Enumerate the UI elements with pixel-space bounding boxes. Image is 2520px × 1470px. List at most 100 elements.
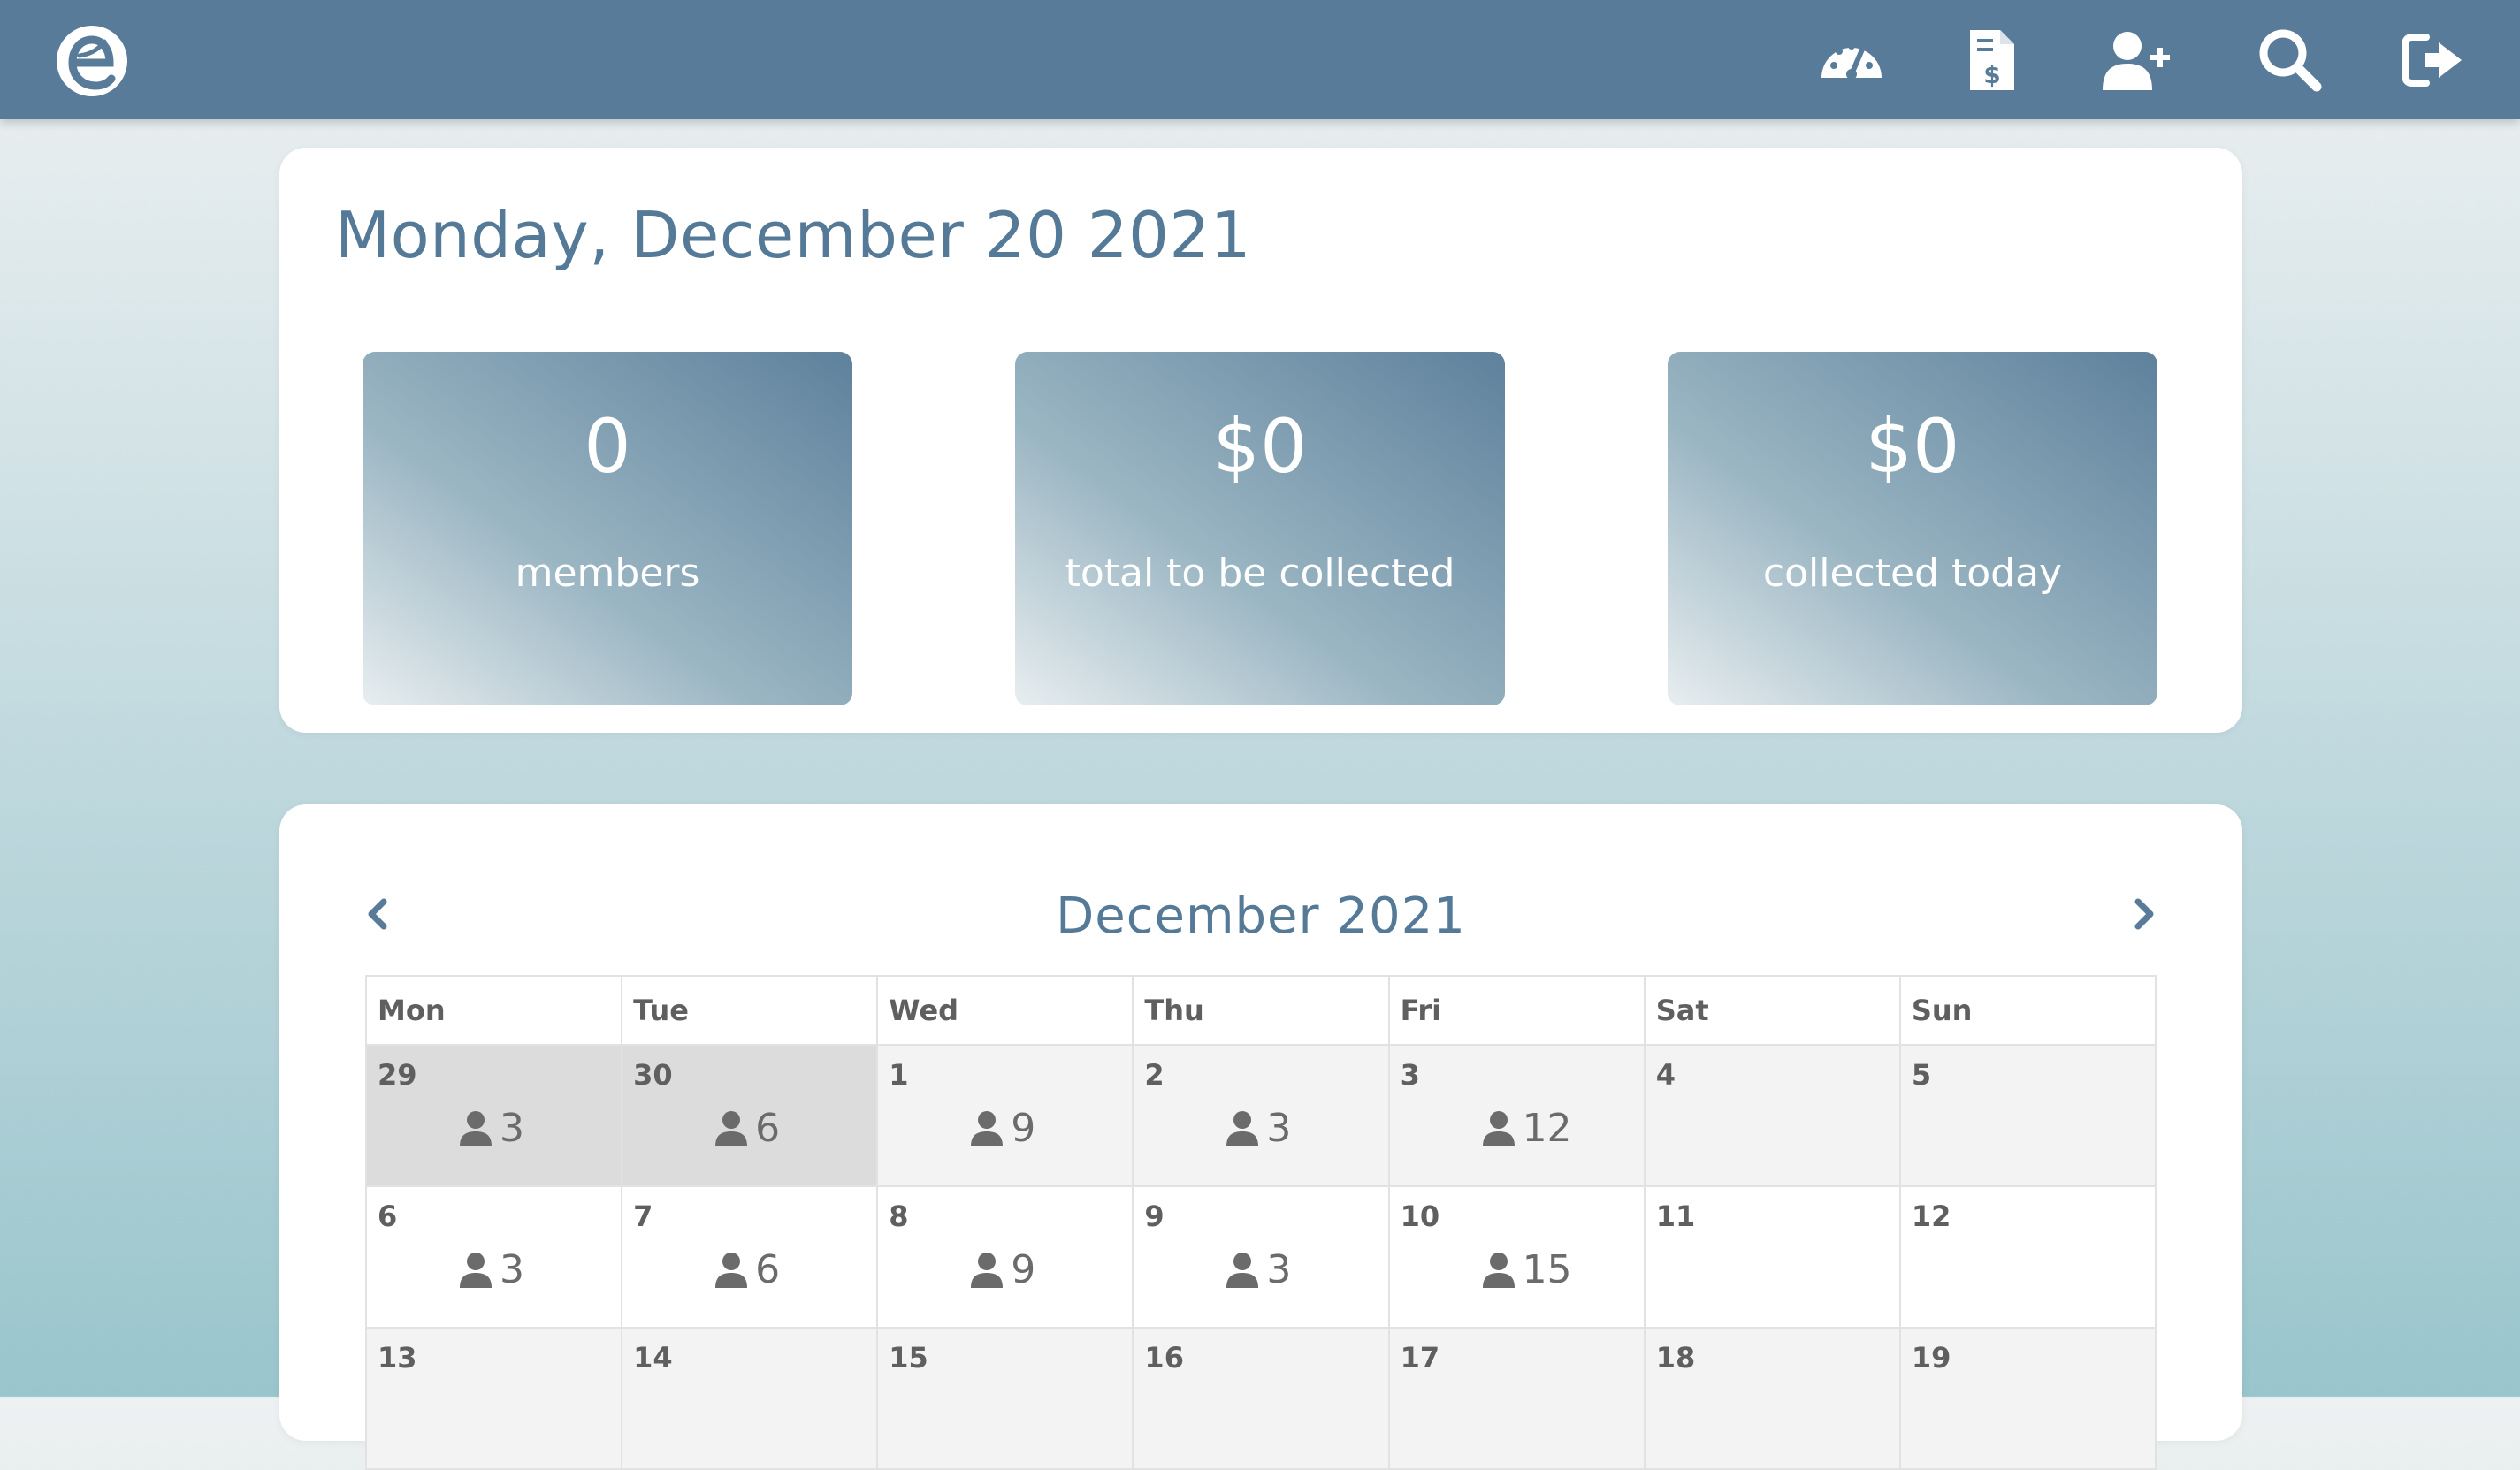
user-icon [971, 1111, 1004, 1146]
calendar-week-row: 6 3 7 6 8 9 9 3 10 15 11 12 [364, 1185, 2157, 1329]
calendar-day-cell[interactable]: 10 15 [1387, 1185, 1646, 1329]
dashboard-gauge-icon[interactable] [1816, 25, 1887, 95]
top-navbar: $ [0, 0, 2520, 119]
search-icon[interactable] [2255, 25, 2325, 95]
collected-today-label: collected today [1762, 551, 2063, 596]
daily-summary-card: Monday, December 20 2021 0 members $0 to… [279, 148, 2242, 733]
user-icon [715, 1253, 748, 1288]
calendar-day-cell[interactable]: 29 3 [364, 1044, 623, 1187]
user-icon [971, 1253, 1004, 1288]
member-count-badge: 12 [1478, 1105, 1572, 1151]
calendar-day-cell[interactable]: 16 [1132, 1327, 1390, 1470]
day-number: 17 [1400, 1341, 1440, 1375]
user-icon [1226, 1111, 1259, 1146]
weekday-header: Wed [876, 975, 1134, 1046]
member-count: 3 [500, 1105, 524, 1151]
member-count: 9 [1011, 1246, 1036, 1292]
members-stat-card: 0 members [363, 352, 852, 705]
calendar-day-cell[interactable]: 3 12 [1387, 1044, 1646, 1187]
user-icon [1226, 1253, 1259, 1288]
calendar-day-cell[interactable]: 19 [1898, 1327, 2157, 1470]
day-number: 5 [1911, 1058, 1932, 1092]
day-number: 14 [633, 1341, 673, 1375]
weekday-header: Thu [1132, 975, 1390, 1046]
user-icon [1482, 1253, 1515, 1288]
day-number: 2 [1144, 1058, 1165, 1092]
calendar-day-cell[interactable]: 7 6 [621, 1185, 879, 1329]
logout-icon[interactable] [2398, 25, 2469, 95]
calendar-day-cell[interactable]: 14 [621, 1327, 879, 1470]
members-label: members [515, 551, 700, 596]
member-count-badge: 3 [455, 1105, 524, 1151]
member-count: 3 [1266, 1246, 1292, 1292]
chevron-right-icon[interactable] [2124, 895, 2163, 933]
total-to-collect-amount: $0 [1212, 403, 1308, 490]
day-number: 19 [1911, 1341, 1951, 1375]
collected-today-stat-card: $0 collected today [1668, 352, 2157, 705]
weekday-header: Tue [621, 975, 879, 1046]
day-number: 29 [378, 1058, 417, 1092]
calendar-day-cell[interactable]: 6 3 [364, 1185, 623, 1329]
calendar-day-cell[interactable]: 11 [1643, 1185, 1901, 1329]
invoice-dollar-icon[interactable]: $ [1958, 25, 2028, 95]
calendar-month-title: December 2021 [1056, 887, 1466, 945]
day-number: 4 [1655, 1058, 1676, 1092]
weekday-header: Sat [1643, 975, 1901, 1046]
user-icon [460, 1111, 492, 1146]
calendar-day-cell[interactable]: 8 9 [876, 1185, 1134, 1329]
member-count-badge: 3 [1222, 1105, 1292, 1151]
calendar-day-cell[interactable]: 18 [1643, 1327, 1901, 1470]
member-count: 3 [1266, 1105, 1292, 1151]
calendar-day-cell[interactable]: 5 [1898, 1044, 2157, 1187]
member-count-badge: 9 [966, 1246, 1036, 1292]
member-count-badge: 6 [711, 1105, 781, 1151]
day-number: 18 [1655, 1341, 1696, 1375]
calendar-day-cell[interactable]: 12 [1898, 1185, 2157, 1329]
calendar-grid: Mon Tue Wed Thu Fri Sat Sun 29 3 30 6 1 … [364, 975, 2157, 1470]
calendar-day-cell[interactable]: 9 3 [1132, 1185, 1390, 1329]
calendar-day-cell[interactable]: 17 [1387, 1327, 1646, 1470]
user-icon [460, 1253, 492, 1288]
member-count-badge: 9 [966, 1105, 1036, 1151]
member-count: 6 [755, 1105, 781, 1151]
day-number: 9 [1144, 1200, 1165, 1233]
day-number: 12 [1911, 1200, 1951, 1233]
members-count: 0 [584, 403, 631, 490]
day-number: 3 [1400, 1058, 1420, 1092]
weekday-header: Fri [1387, 975, 1646, 1046]
member-count: 9 [1011, 1105, 1036, 1151]
day-number: 6 [378, 1200, 398, 1233]
total-to-collect-label: total to be collected [1065, 551, 1455, 596]
add-user-icon[interactable] [2101, 25, 2172, 95]
member-count: 12 [1522, 1105, 1572, 1151]
user-icon [715, 1111, 748, 1146]
calendar-day-cell[interactable]: 2 3 [1132, 1044, 1390, 1187]
day-number: 7 [633, 1200, 653, 1233]
calendar-day-cell[interactable]: 30 6 [621, 1044, 879, 1187]
calendar-week-row: 13 14 15 16 17 18 19 [364, 1327, 2157, 1470]
calendar-day-cell[interactable]: 1 9 [876, 1044, 1134, 1187]
page-title: Monday, December 20 2021 [335, 198, 1251, 272]
calendar-day-cell[interactable]: 13 [364, 1327, 623, 1470]
collected-today-amount: $0 [1865, 403, 1960, 490]
day-number: 8 [889, 1200, 909, 1233]
calendar-card: December 2021 Mon Tue Wed Thu Fri Sat Su… [279, 804, 2242, 1470]
member-count-badge: 6 [711, 1246, 781, 1292]
day-number: 13 [378, 1341, 417, 1375]
weekday-header-row: Mon Tue Wed Thu Fri Sat Sun [364, 975, 2157, 1046]
weekday-header: Mon [364, 975, 623, 1046]
member-count: 15 [1522, 1246, 1572, 1292]
weekday-header: Sun [1898, 975, 2157, 1046]
calendar-week-row: 29 3 30 6 1 9 2 3 3 12 4 5 [364, 1044, 2157, 1187]
member-count: 3 [500, 1246, 524, 1292]
app-logo[interactable] [53, 22, 131, 100]
day-number: 1 [889, 1058, 909, 1092]
svg-text:$: $ [1983, 60, 2000, 89]
calendar-day-cell[interactable]: 4 [1643, 1044, 1901, 1187]
day-number: 11 [1655, 1200, 1696, 1233]
member-count: 6 [755, 1246, 781, 1292]
member-count-badge: 3 [455, 1246, 524, 1292]
calendar-day-cell[interactable]: 15 [876, 1327, 1134, 1470]
member-count-badge: 3 [1222, 1246, 1292, 1292]
user-icon [1482, 1111, 1515, 1146]
